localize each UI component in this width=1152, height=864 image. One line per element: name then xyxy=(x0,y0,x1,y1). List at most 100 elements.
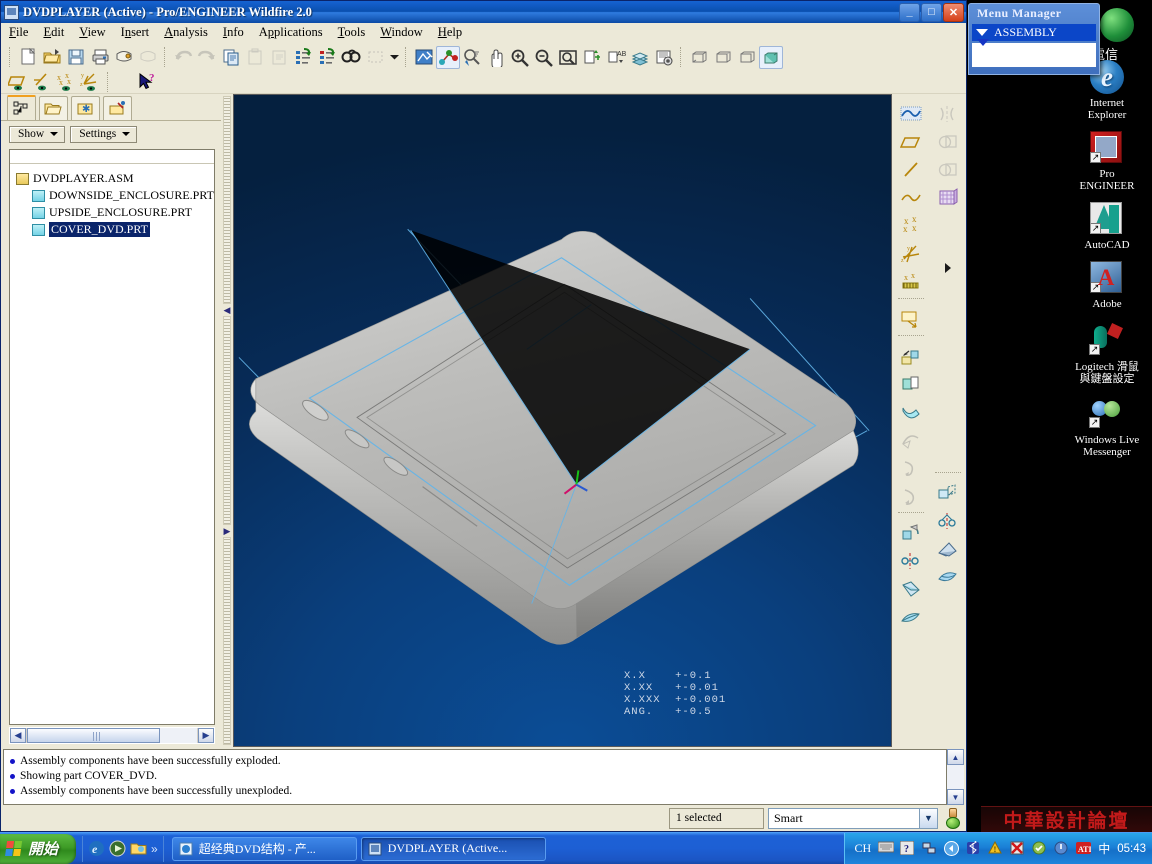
sketch-curve-icon[interactable] xyxy=(897,100,925,128)
tab-favorites[interactable]: ✱ xyxy=(71,96,100,120)
datum-axis-display-icon[interactable] xyxy=(31,70,55,93)
show-button[interactable]: Show xyxy=(9,126,65,143)
draft-icon[interactable] xyxy=(897,603,925,631)
selection-filter-combo[interactable]: Smart ▼ xyxy=(768,808,938,829)
datum-csys-icon[interactable]: yz xyxy=(897,240,925,268)
warning-icon[interactable]: ! xyxy=(988,841,1003,856)
datum-point-display-icon[interactable]: xxxx xyxy=(55,70,79,93)
layers-icon[interactable] xyxy=(628,46,652,69)
scroll-up-icon[interactable]: ▲ xyxy=(947,749,964,765)
ati-icon[interactable]: ATI xyxy=(1076,841,1091,856)
find-icon[interactable] xyxy=(339,46,363,69)
maximize-button[interactable]: □ xyxy=(921,3,942,22)
saved-views-icon[interactable] xyxy=(580,46,604,69)
chamfer-icon[interactable] xyxy=(897,547,925,575)
trim-icon[interactable] xyxy=(934,535,962,563)
scrollbar-track[interactable] xyxy=(27,728,197,743)
menu-manager-panel[interactable]: Menu Manager ASSEMBLY xyxy=(968,3,1100,75)
desktop-icon-windows-live-messenger[interactable]: ↗ Windows LiveMessenger xyxy=(1065,397,1149,458)
boundary-blend-icon[interactable] xyxy=(897,482,925,510)
expand-toolbar-icon[interactable] xyxy=(934,254,962,282)
scroll-right-icon[interactable]: ▶ xyxy=(198,728,214,743)
model-tree[interactable]: DVDPLAYER.ASM DOWNSIDE_ENCLOSURE.PRT UPS… xyxy=(9,149,215,725)
tree-item-upside-enclosure[interactable]: UPSIDE_ENCLOSURE.PRT xyxy=(16,204,214,221)
extrude-icon[interactable] xyxy=(897,342,925,370)
splitter-grip[interactable] xyxy=(223,537,231,745)
variable-section-sweep-icon[interactable] xyxy=(897,426,925,454)
scroll-left-icon[interactable]: ◀ xyxy=(10,728,26,743)
menu-applications[interactable]: Applications xyxy=(259,25,323,40)
desktop-icon-logitech[interactable]: ↗ Logitech 滑鼠與鍵盤設定 xyxy=(1065,324,1149,385)
sweep-icon[interactable] xyxy=(897,398,925,426)
datum-display-icon[interactable] xyxy=(436,46,460,69)
print-icon[interactable] xyxy=(88,46,112,69)
scroll-down-icon[interactable]: ▼ xyxy=(947,789,964,805)
ime-mode-indicator[interactable]: 中 xyxy=(1098,840,1110,857)
power-icon[interactable] xyxy=(1054,841,1069,856)
help-cursor-icon[interactable]: ? xyxy=(136,70,160,93)
grid-icon[interactable] xyxy=(934,184,962,212)
menu-view[interactable]: View xyxy=(79,25,105,40)
model-3d-view[interactable] xyxy=(234,95,891,746)
minimize-button[interactable]: _ xyxy=(899,3,920,22)
datum-csys-display-icon[interactable]: yz xyxy=(79,70,103,93)
copy-icon[interactable] xyxy=(219,46,243,69)
helical-sweep-icon[interactable] xyxy=(897,454,925,482)
media-player-icon[interactable] xyxy=(109,840,126,857)
menu-edit[interactable]: Edit xyxy=(43,25,64,40)
datum-plane-display-icon[interactable] xyxy=(7,70,31,93)
tree-item-downside-enclosure[interactable]: DOWNSIDE_ENCLOSURE.PRT xyxy=(16,187,214,204)
splitter-collapse-icon[interactable]: ◀ xyxy=(224,306,231,314)
menu-manager-submenu[interactable] xyxy=(972,43,1096,67)
menu-help[interactable]: Help xyxy=(438,25,462,40)
keyboard-icon[interactable] xyxy=(878,841,893,856)
taskbar-button-browser[interactable]: 超经典DVD结构 - 产... xyxy=(172,837,357,861)
taskbar-button-proengineer[interactable]: DVDPLAYER (Active... xyxy=(361,837,546,861)
network-icon[interactable] xyxy=(922,841,937,856)
settings-button[interactable]: Settings xyxy=(70,126,137,143)
zoom-out-icon[interactable] xyxy=(532,46,556,69)
menu-file[interactable]: File xyxy=(9,25,28,40)
refit-icon[interactable] xyxy=(556,46,580,69)
datum-analysis-icon[interactable]: xx xyxy=(897,268,925,296)
merge-surfaces-icon[interactable] xyxy=(934,128,962,156)
desktop-icon-adobe[interactable]: ↗ Adobe xyxy=(1065,261,1149,310)
hidden-line-icon[interactable] xyxy=(711,46,735,69)
internet-explorer-icon[interactable]: e xyxy=(88,840,105,857)
chevron-down-icon[interactable]: ▼ xyxy=(919,809,937,828)
updates-icon[interactable] xyxy=(1032,841,1047,856)
no-hidden-icon[interactable] xyxy=(735,46,759,69)
wireframe-icon[interactable] xyxy=(687,46,711,69)
graphics-window[interactable]: X.X +-0.1 X.XX +-0.01 X.XXX +-0.001 ANG.… xyxy=(233,94,892,747)
menu-analysis[interactable]: Analysis xyxy=(164,25,208,40)
scrollbar-thumb[interactable] xyxy=(27,728,160,743)
save-icon[interactable] xyxy=(64,46,88,69)
merge-icon[interactable] xyxy=(934,563,962,591)
splitter-grip[interactable] xyxy=(223,96,231,304)
help-icon[interactable]: ? xyxy=(900,841,915,856)
mirror-icon[interactable] xyxy=(934,507,962,535)
menu-info[interactable]: Info xyxy=(223,25,244,40)
message-area-scrollbar[interactable]: ▲ ▼ xyxy=(947,749,964,805)
tab-folder-browser[interactable] xyxy=(39,96,68,120)
repaint-icon[interactable] xyxy=(412,46,436,69)
email-icon[interactable] xyxy=(112,46,136,69)
model-tree-horizontal-scrollbar[interactable]: ◀ ▶ xyxy=(9,727,215,744)
model-player-icon[interactable] xyxy=(652,46,676,69)
desktop-icon-autocad[interactable]: ↗ AutoCAD xyxy=(1065,202,1149,251)
regenerate-icon[interactable] xyxy=(291,46,315,69)
datum-plane-icon[interactable] xyxy=(897,128,925,156)
show-desktop-icon[interactable] xyxy=(130,840,147,857)
menu-tools[interactable]: Tools xyxy=(338,25,366,40)
clock[interactable]: 05:43 xyxy=(1117,843,1146,855)
splitter-grip[interactable] xyxy=(223,316,231,524)
menu-window[interactable]: Window xyxy=(380,25,423,40)
shaded-icon[interactable] xyxy=(759,46,783,69)
antivirus-icon[interactable] xyxy=(1010,841,1025,856)
tree-item-assembly[interactable]: DVDPLAYER.ASM xyxy=(16,170,214,187)
pan-icon[interactable] xyxy=(484,46,508,69)
menu-insert[interactable]: Insert xyxy=(121,25,149,40)
quick-launch-more-icon[interactable]: » xyxy=(151,842,158,856)
round-icon[interactable] xyxy=(897,519,925,547)
sketched-datum-curve-icon[interactable] xyxy=(897,305,925,333)
